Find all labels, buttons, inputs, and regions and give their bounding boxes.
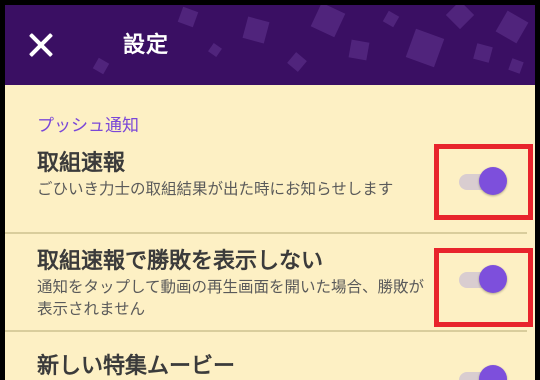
header-pattern <box>382 10 400 28</box>
close-button[interactable] <box>27 31 55 59</box>
header-pattern <box>177 6 199 28</box>
toggle-thumb <box>479 365 507 380</box>
header-pattern <box>445 5 475 30</box>
header-pattern <box>508 58 524 74</box>
highlight-box <box>434 144 533 220</box>
page-title: 設定 <box>123 33 170 58</box>
highlight-box <box>434 248 533 327</box>
app-header: 設定 <box>5 5 535 85</box>
section-header-push: プッシュ通知 <box>37 116 139 136</box>
header-pattern <box>405 28 445 68</box>
setting-desc-bout-news: ごひいき力士の取組結果が出た時にお知らせします <box>37 180 394 198</box>
divider <box>5 232 527 234</box>
header-pattern <box>495 10 529 44</box>
setting-title-hide-result: 取組速報で勝敗を表示しない <box>37 249 324 274</box>
header-pattern <box>310 5 346 38</box>
setting-title-new-movie: 新しい特集ムービー <box>37 354 236 379</box>
header-pattern <box>287 52 307 72</box>
settings-screen: 設定 プッシュ通知 取組速報 ごひいき力士の取組結果が出た時にお知らせします 取… <box>5 5 535 380</box>
setting-title-bout-news: 取組速報 <box>37 151 126 176</box>
header-pattern <box>92 57 110 75</box>
toggle-new-movie[interactable] <box>447 363 507 380</box>
header-pattern <box>473 43 493 63</box>
header-pattern <box>208 43 222 57</box>
header-pattern <box>242 16 270 44</box>
setting-desc-hide-result: 通知をタップして動画の再生画面を開いた場合、勝敗が表示されません <box>37 278 425 318</box>
header-pattern <box>348 39 370 61</box>
divider <box>5 330 527 332</box>
